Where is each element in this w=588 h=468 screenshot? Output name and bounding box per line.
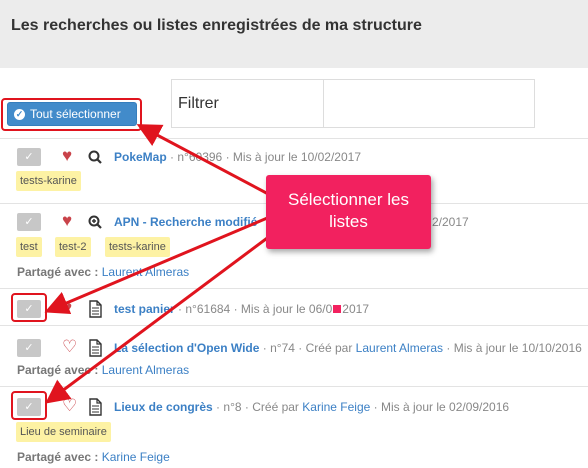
annotation-callout: Sélectionner les listes: [266, 175, 431, 249]
annotation-arrow: [136, 124, 273, 198]
annotation-arrow: [44, 214, 273, 315]
annotation-arrow: [45, 228, 279, 404]
screenshot: Les recherches ou listes enregistrées de…: [0, 0, 588, 468]
callout-line: listes: [329, 212, 368, 231]
callout-line: Sélectionner les: [288, 190, 409, 209]
